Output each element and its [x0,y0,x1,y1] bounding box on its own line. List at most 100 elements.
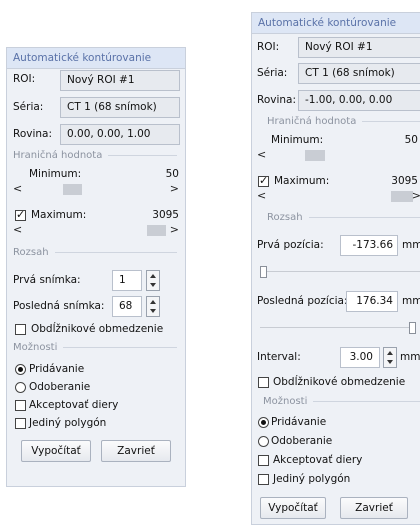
prva-snimka-label: Prvá snímka: [13,274,81,286]
zavriet-button[interactable]: Zavrieť [101,440,171,462]
arrow-up-icon[interactable] [150,300,156,304]
odoberanie-label: Odoberanie [29,381,91,393]
akceptovat-diery-label: Akceptovať diery [29,399,119,411]
posledna-pozicia-label: Posledná pozícia: [257,295,348,307]
minimum-value: 50 [404,134,418,146]
roi-field[interactable]: Nový ROI #1 [60,70,180,91]
jediny-polygon-checkbox[interactable] [15,418,26,429]
jediny-polygon-checkbox[interactable] [258,474,269,485]
arrow-down-icon[interactable] [150,309,156,313]
odoberanie-radio[interactable] [15,382,26,393]
panel-title: Automatické kontúrovanie [7,48,185,69]
jediny-polygon-label: Jediný polygón [29,417,107,429]
prva-snimka-input[interactable]: 1 [112,270,142,291]
chevron-right-icon[interactable]: > [170,223,179,236]
rovina-field[interactable]: -1.00, 0.00, 0.00 [298,90,420,111]
odoberanie-radio[interactable] [258,436,269,447]
vypocitat-button[interactable]: Vypočítať [260,497,326,519]
minimum-slider[interactable]: < [257,148,420,162]
auto-contour-panel-right: Automatické kontúrovanie ROI: Nový ROI #… [251,12,420,525]
rovina-label: Rovina: [13,128,53,140]
section-hranicna: Hraničná hodnota [13,150,177,161]
section-rozsah: Rozsah [257,212,420,223]
obdlznikove-label: Obdĺžnikové obmedzenie [273,376,406,388]
posledna-pozicia-input[interactable]: 176.34 [346,291,398,312]
section-title: Rozsah [13,247,49,258]
section-title: Možnosti [263,396,308,407]
pridavanie-radio[interactable] [15,364,26,375]
chevron-left-icon[interactable]: < [13,223,22,236]
maximum-slider-thumb[interactable] [391,191,413,202]
section-moznosti: Možnosti [13,342,177,353]
chevron-left-icon[interactable]: < [257,148,266,161]
arrow-down-icon[interactable] [387,360,393,364]
slider-track [260,271,420,272]
posledna-snimka-stepper[interactable] [146,296,160,317]
obdlznikove-label: Obdĺžnikové obmedzenie [31,323,164,335]
roi-label: ROI: [13,73,36,85]
prva-pozicia-slider[interactable] [260,265,420,278]
pridavanie-label: Pridávanie [29,363,85,375]
pridavanie-radio[interactable] [258,417,269,428]
seria-field[interactable]: CT 1 (68 snímok) [60,97,180,118]
roi-field[interactable]: Nový ROI #1 [298,37,420,58]
seria-label: Séria: [257,67,288,79]
posledna-pozicia-slider-knob[interactable] [409,322,416,334]
chevron-right-icon[interactable]: > [170,182,179,195]
minimum-value: 50 [165,168,179,180]
obdlznikove-checkbox[interactable] [258,377,269,388]
maximum-checkbox[interactable] [258,174,269,187]
minimum-slider[interactable]: < > [13,182,179,196]
seria-label: Séria: [13,101,44,113]
posledna-snimka-label: Posledná snímka: [13,300,105,312]
obdlznikove-checkbox[interactable] [15,324,26,335]
interval-unit: mm [400,351,420,363]
maximum-label: Maximum: [274,175,330,187]
arrow-up-icon[interactable] [150,274,156,278]
rovina-field[interactable]: 0.00, 0.00, 1.00 [60,124,180,145]
section-title: Rozsah [267,212,303,223]
section-title: Hraničná hodnota [13,150,103,161]
prva-pozicia-input[interactable]: -173.66 [340,235,398,256]
minimum-slider-thumb[interactable] [63,184,82,195]
section-rozsah: Rozsah [13,247,177,258]
roi-label: ROI: [257,41,280,53]
interval-stepper[interactable] [383,347,397,368]
section-title: Hraničná hodnota [267,116,357,127]
chevron-right-icon[interactable]: > [412,189,420,202]
seria-field[interactable]: CT 1 (68 snímok) [298,63,420,84]
prva-pozicia-slider-knob[interactable] [260,266,267,278]
interval-label: Interval: [257,351,301,363]
slider-track [260,327,416,328]
prva-snimka-stepper[interactable] [146,270,160,291]
posledna-pozicia-unit: mm [402,295,420,307]
arrow-up-icon[interactable] [387,351,393,355]
maximum-slider-thumb[interactable] [147,225,166,236]
maximum-slider[interactable]: < > [13,223,179,237]
arrow-down-icon[interactable] [150,283,156,287]
prva-pozicia-unit: mm [402,239,420,251]
maximum-checkbox[interactable] [15,208,26,221]
maximum-value: 3095 [152,209,179,221]
odoberanie-label: Odoberanie [271,435,333,447]
posledna-pozicia-slider[interactable] [260,321,416,334]
auto-contour-panel-left: Automatické kontúrovanie ROI: Nový ROI #… [6,47,186,487]
minimum-slider-thumb[interactable] [305,150,325,161]
maximum-slider[interactable]: < > [257,189,420,203]
minimum-label: Minimum: [271,134,324,146]
chevron-left-icon[interactable]: < [13,182,22,195]
section-title: Možnosti [13,342,58,353]
minimum-label: Minimum: [29,168,82,180]
prva-pozicia-label: Prvá pozícia: [257,239,324,251]
posledna-snimka-input[interactable]: 68 [112,296,142,317]
section-moznosti: Možnosti [257,396,420,407]
zavriet-button[interactable]: Zavrieť [340,497,408,519]
interval-input[interactable]: 3.00 [340,347,380,368]
panel-title: Automatické kontúrovanie [252,13,420,34]
akceptovat-diery-checkbox[interactable] [15,400,26,411]
maximum-label: Maximum: [31,209,87,221]
akceptovat-diery-checkbox[interactable] [258,455,269,466]
chevron-left-icon[interactable]: < [257,189,266,202]
vypocitat-button[interactable]: Vypočítať [21,440,91,462]
pridavanie-label: Pridávanie [271,416,327,428]
